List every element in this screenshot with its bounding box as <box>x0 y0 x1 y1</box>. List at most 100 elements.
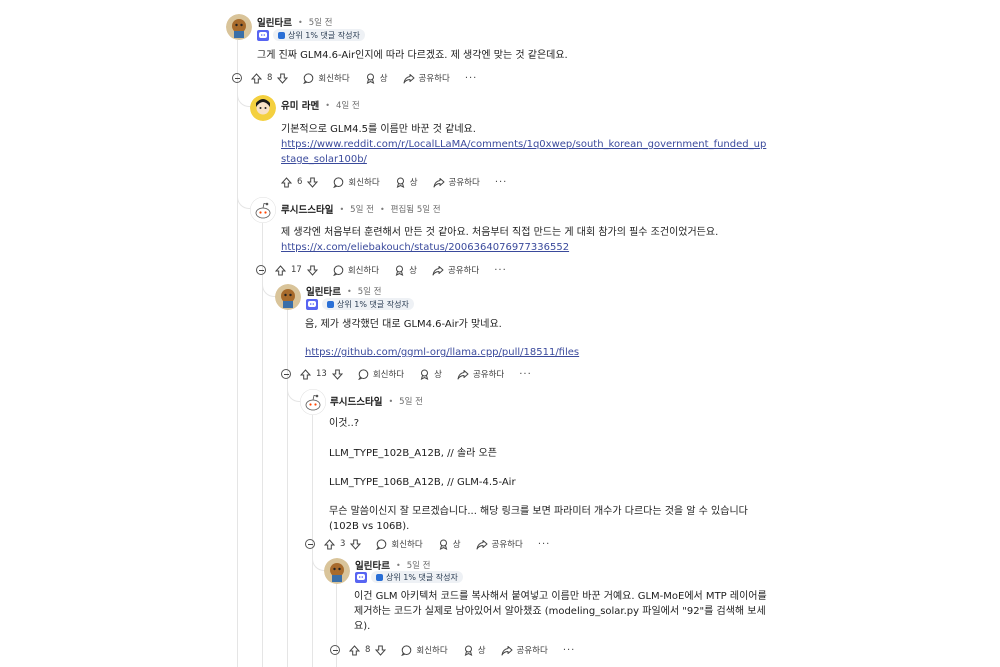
top-commenter-badge: 상위 1% 댓글 작성자 <box>273 29 365 41</box>
comment-actions: 17 회신하다 상 공유하다 ··· <box>256 261 507 279</box>
collapse-icon[interactable] <box>256 265 266 275</box>
collapse-icon[interactable] <box>305 539 315 549</box>
comment-icon <box>333 176 344 188</box>
more-options-button[interactable]: ··· <box>495 177 508 188</box>
author-name[interactable]: 일린타르 <box>355 558 390 572</box>
downvote-icon[interactable] <box>375 645 387 656</box>
comment-body: 기본적으로 GLM4.5를 이름만 바꾼 것 같네요. https://www.… <box>281 124 767 165</box>
avatar[interactable] <box>250 95 276 121</box>
downvote-icon[interactable] <box>350 539 362 550</box>
avatar[interactable] <box>226 14 252 40</box>
reply-button[interactable]: 회신하다 <box>376 538 423 550</box>
more-options-button[interactable]: ··· <box>465 73 478 84</box>
award-button[interactable]: 상 <box>394 264 417 276</box>
vote-controls: 8 <box>251 72 289 84</box>
more-options-button[interactable]: ··· <box>494 265 507 276</box>
downvote-icon[interactable] <box>331 369 343 380</box>
reply-button[interactable]: 회신하다 <box>358 368 404 380</box>
comment-icon <box>303 72 314 84</box>
top-commenter-badge: 상위 1% 댓글 작성자 <box>322 298 414 310</box>
timestamp[interactable]: 5일 전 <box>309 16 333 28</box>
vote-count: 8 <box>267 73 273 83</box>
share-button[interactable]: 공유하다 <box>501 644 548 656</box>
timestamp[interactable]: 4일 전 <box>336 99 360 111</box>
vote-controls: 17 <box>275 264 318 276</box>
award-icon <box>394 265 405 276</box>
award-button[interactable]: 상 <box>463 644 486 656</box>
timestamp[interactable]: 5일 전 <box>358 285 382 297</box>
vote-controls: 6 <box>281 176 319 188</box>
comment-actions: 13 회신하다 상 공유하다 ··· <box>281 365 532 383</box>
top-commenter-badge: 상위 1% 댓글 작성자 <box>371 571 463 583</box>
vote-count: 8 <box>365 645 371 655</box>
share-icon <box>403 73 415 84</box>
author-name[interactable]: 일린타르 <box>306 284 341 298</box>
vote-count: 3 <box>340 539 346 549</box>
comment-link[interactable]: https://www.reddit.com/r/LocalLLaMA/comm… <box>281 139 766 165</box>
reply-button[interactable]: 회신하다 <box>333 176 380 188</box>
author-name[interactable]: 루시드스타일 <box>330 394 382 408</box>
share-button[interactable]: 공유하다 <box>403 72 450 84</box>
author-name[interactable]: 루시드스타일 <box>281 202 333 216</box>
upvote-icon[interactable] <box>275 264 286 276</box>
award-button[interactable]: 상 <box>438 538 461 550</box>
share-button[interactable]: 공유하다 <box>433 176 480 188</box>
share-icon <box>501 645 513 656</box>
reply-button[interactable]: 회신하다 <box>303 72 350 84</box>
share-button[interactable]: 공유하다 <box>476 538 523 550</box>
reply-button[interactable]: 회신하다 <box>333 264 379 276</box>
timestamp[interactable]: 5일 전 <box>350 203 374 215</box>
comment-actions: 3 회신하다 상 공유하다 ··· <box>305 535 550 553</box>
more-options-button[interactable]: ··· <box>538 539 551 550</box>
upvote-icon[interactable] <box>349 644 360 656</box>
award-icon <box>365 73 376 84</box>
share-icon <box>432 265 444 276</box>
discord-icon <box>355 571 367 583</box>
award-icon <box>438 539 449 550</box>
vote-controls: 13 <box>300 368 343 380</box>
comment-icon <box>333 264 344 276</box>
award-button[interactable]: 상 <box>365 72 388 84</box>
reply-button[interactable]: 회신하다 <box>401 644 448 656</box>
collapse-icon[interactable] <box>232 73 242 83</box>
comment-actions: 6 회신하다 상 공유하다 ··· <box>281 173 507 191</box>
author-name[interactable]: 유미 라멘 <box>281 98 319 112</box>
downvote-icon[interactable] <box>307 177 319 188</box>
comment-body: 제 생각엔 처음부터 훈련해서 만든 것 같아요. 처음부터 직접 만드는 게 … <box>281 227 719 253</box>
more-options-button[interactable]: ··· <box>563 645 576 656</box>
downvote-icon[interactable] <box>306 265 318 276</box>
upvote-icon[interactable] <box>251 72 262 84</box>
discord-icon <box>306 298 318 310</box>
avatar[interactable] <box>324 558 350 584</box>
comment-body: 이것..? LLM_TYPE_102B_A12B, // 솔라 오픈 LLM_T… <box>329 418 748 532</box>
timestamp[interactable]: 5일 전 <box>407 559 431 571</box>
edited-label: 편집됨 5일 전 <box>390 205 441 215</box>
award-button[interactable]: 상 <box>419 368 442 380</box>
avatar[interactable] <box>275 284 301 310</box>
discord-icon <box>257 29 269 41</box>
timestamp[interactable]: 5일 전 <box>399 395 423 407</box>
downvote-icon[interactable] <box>277 73 289 84</box>
separator: • <box>297 17 303 27</box>
collapse-icon[interactable] <box>281 369 291 379</box>
comment-link[interactable]: https://github.com/ggml-org/llama.cpp/pu… <box>305 347 579 358</box>
collapse-icon[interactable] <box>330 645 340 655</box>
avatar[interactable] <box>250 197 276 223</box>
comment-icon <box>376 538 387 550</box>
more-options-button[interactable]: ··· <box>519 369 532 380</box>
separator: • <box>379 204 385 214</box>
upvote-icon[interactable] <box>324 538 335 550</box>
award-button[interactable]: 상 <box>395 176 418 188</box>
comment-body: 그게 진짜 GLM4.6-Air인지에 따라 다르겠죠. 제 생각엔 맞는 것 … <box>257 50 568 61</box>
avatar[interactable] <box>300 389 326 415</box>
upvote-icon[interactable] <box>281 176 292 188</box>
share-button[interactable]: 공유하다 <box>432 264 479 276</box>
award-icon <box>419 369 430 380</box>
share-button[interactable]: 공유하다 <box>457 368 504 380</box>
separator: • <box>388 396 394 406</box>
comment-body: 음, 제가 생각했던 대로 GLM4.6-Air가 맞네요. https://g… <box>305 319 580 358</box>
vote-controls: 3 <box>324 538 362 550</box>
upvote-icon[interactable] <box>300 368 311 380</box>
author-name[interactable]: 일린타르 <box>257 15 292 29</box>
comment-link[interactable]: https://x.com/eliebakouch/status/2006364… <box>281 242 569 253</box>
